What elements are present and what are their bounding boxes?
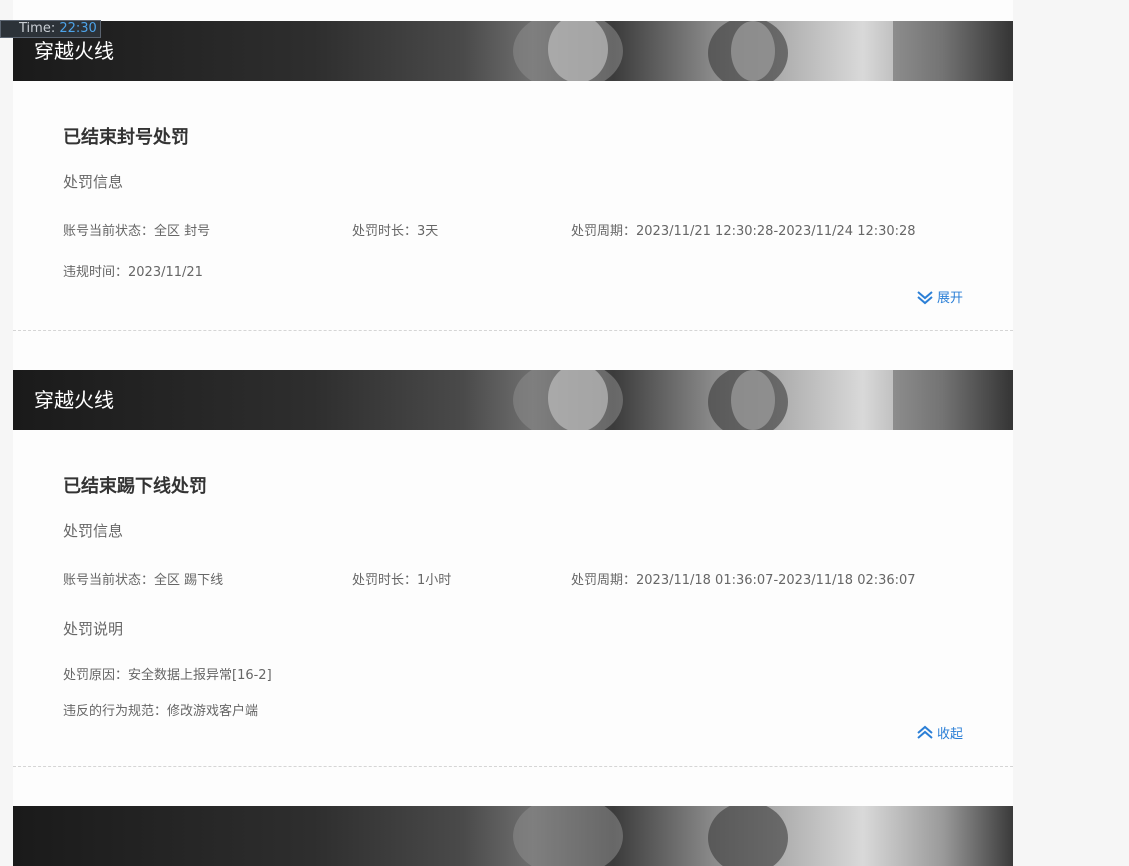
penalty-reason: 处罚原因：安全数据上报异常[16-2] [63, 668, 272, 683]
penalty-period: 处罚周期：2023/11/21 12:30:28-2023/11/24 12:3… [571, 224, 916, 239]
penalty-title: 已结束踢下线处罚 [63, 476, 207, 497]
penalty-card: 穿越火线 已结束封号处罚 处罚信息 账号当前状态：全区 封号 处罚时长：3天 处… [13, 21, 1013, 331]
time-label: Time: [19, 21, 56, 36]
account-status: 账号当前状态：全区 踢下线 [63, 573, 224, 588]
time-value: 22:30 [59, 21, 97, 36]
section-penalty-description: 处罚说明 [63, 620, 124, 638]
game-title: 穿越火线 [34, 388, 114, 412]
game-banner [13, 806, 1013, 866]
card-divider [13, 766, 1013, 767]
section-penalty-info: 处罚信息 [63, 173, 124, 191]
penalty-duration: 处罚时长：3天 [352, 224, 439, 239]
banner-artwork-icon [513, 370, 1013, 430]
penalty-duration: 处罚时长：1小时 [352, 573, 452, 588]
collapse-label: 收起 [936, 727, 963, 742]
time-indicator: Time: 22:30 [0, 20, 101, 38]
penalty-record-page: 穿越火线 已结束封号处罚 处罚信息 账号当前状态：全区 封号 处罚时长：3天 处… [13, 0, 1013, 866]
banner-artwork-icon [513, 806, 788, 866]
banner-artwork-icon [513, 21, 1013, 81]
game-banner: 穿越火线 [13, 370, 1013, 430]
penalty-card [13, 806, 1013, 866]
account-status: 账号当前状态：全区 封号 [63, 224, 211, 239]
chevron-double-up-icon [917, 725, 933, 739]
violation-time: 违规时间：2023/11/21 [63, 265, 203, 280]
collapse-button[interactable]: 收起 [916, 723, 963, 742]
penalty-period: 处罚周期：2023/11/18 01:36:07-2023/11/18 02:3… [571, 573, 916, 588]
game-banner: 穿越火线 [13, 21, 1013, 81]
card-divider [13, 330, 1013, 331]
penalty-card: 穿越火线 已结束踢下线处罚 处罚信息 账号当前状态：全区 踢下线 处罚时长：1小… [13, 370, 1013, 767]
section-penalty-info: 处罚信息 [63, 522, 124, 540]
violated-rule: 违反的行为规范：修改游戏客户端 [63, 704, 259, 719]
expand-button[interactable]: 展开 [916, 287, 963, 306]
chevron-double-down-icon [917, 290, 933, 304]
expand-label: 展开 [936, 291, 963, 306]
penalty-title: 已结束封号处罚 [63, 127, 189, 148]
